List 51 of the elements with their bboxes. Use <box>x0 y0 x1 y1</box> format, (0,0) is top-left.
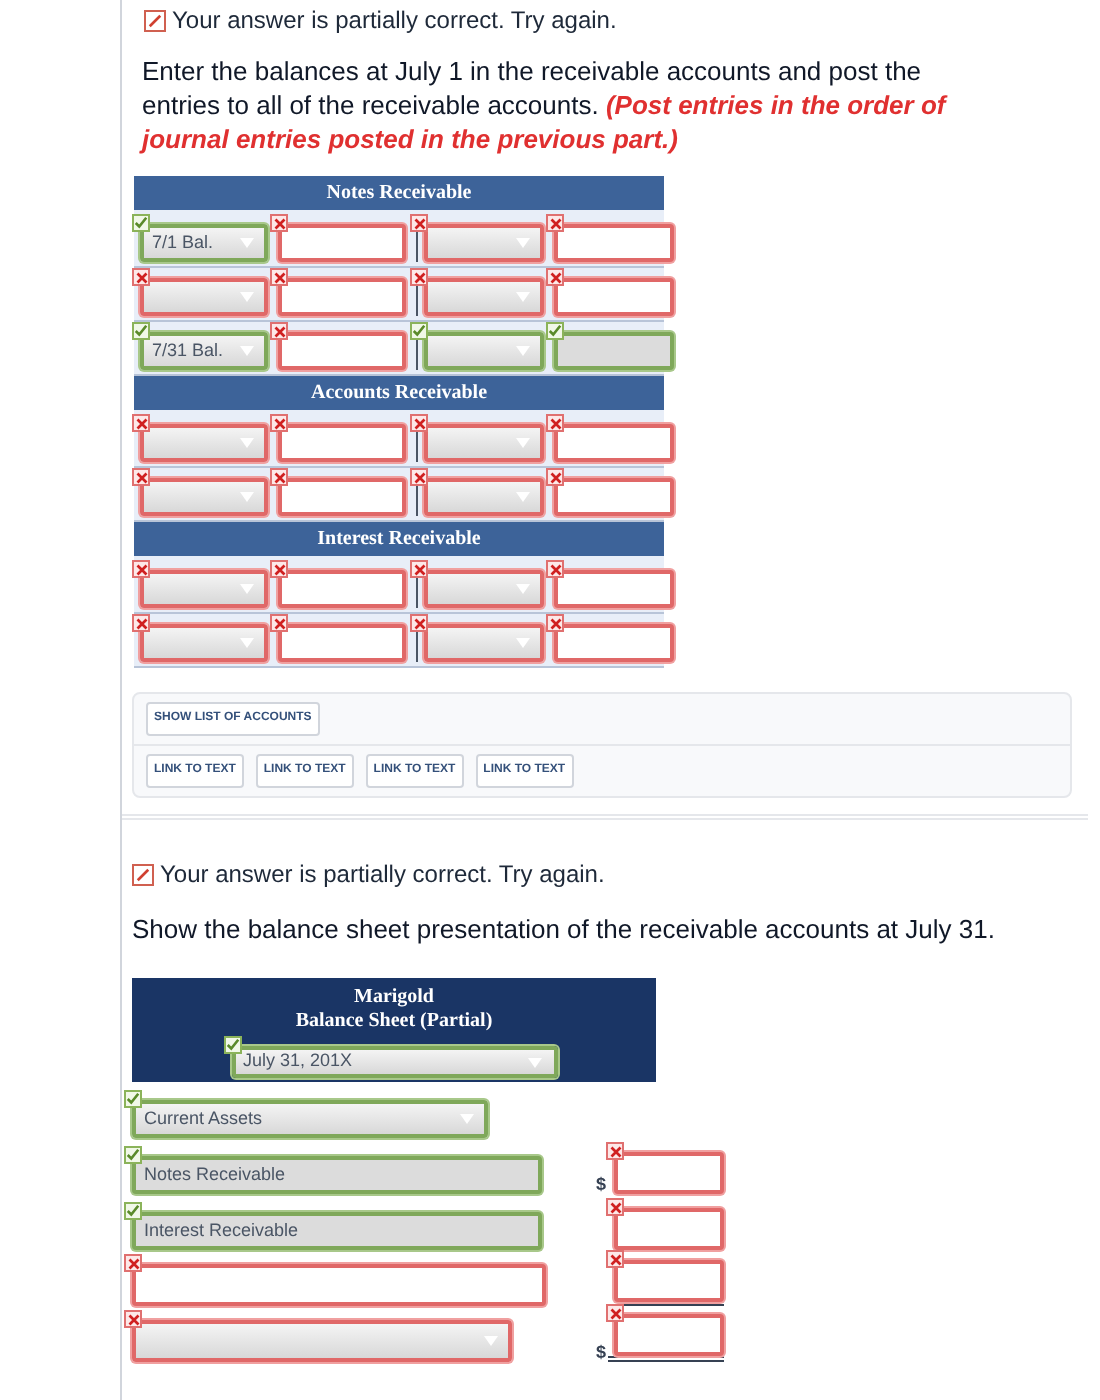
account-header: Notes Receivable <box>134 176 664 210</box>
input-field[interactable] <box>554 424 674 462</box>
dropdown[interactable] <box>424 424 544 462</box>
dropdown[interactable]: Current Assets <box>132 1100 488 1138</box>
input-field[interactable] <box>554 478 674 516</box>
input-field[interactable] <box>554 224 674 262</box>
dropdown[interactable] <box>140 570 268 608</box>
currency-sign: $ <box>596 1176 608 1194</box>
question-text: Show the balance sheet presentation of the receivable accounts at July 31. <box>132 912 997 946</box>
account-header: Accounts Receivable <box>134 376 664 410</box>
input-field[interactable] <box>554 570 674 608</box>
dropdown[interactable] <box>424 478 544 516</box>
currency-sign: $ <box>596 1344 608 1362</box>
dropdown[interactable] <box>140 278 268 316</box>
dropdown[interactable] <box>424 224 544 262</box>
input-field[interactable] <box>614 1260 724 1302</box>
dropdown[interactable]: 7/1 Bal. <box>140 224 268 262</box>
input-field[interactable]: Interest Receivable <box>132 1212 542 1250</box>
dropdown[interactable] <box>424 278 544 316</box>
input-field[interactable] <box>614 1152 724 1194</box>
dropdown[interactable] <box>424 624 544 662</box>
input-field[interactable] <box>278 570 406 608</box>
input-field[interactable] <box>278 224 406 262</box>
input-field[interactable] <box>614 1314 724 1356</box>
dropdown[interactable]: 7/31 Bal. <box>140 332 268 370</box>
statement-title: Balance Sheet (Partial) <box>295 1010 493 1034</box>
input-field[interactable] <box>554 278 674 316</box>
dropdown[interactable] <box>140 424 268 462</box>
input-field[interactable] <box>554 624 674 662</box>
input-field[interactable] <box>132 1264 546 1306</box>
account-header: Interest Receivable <box>134 522 664 556</box>
input-field[interactable] <box>614 1208 724 1250</box>
company-name: Marigold <box>354 986 434 1010</box>
input-field[interactable] <box>278 278 406 316</box>
dropdown[interactable] <box>140 624 268 662</box>
input-field[interactable] <box>278 424 406 462</box>
dropdown[interactable] <box>424 332 544 370</box>
input-field[interactable] <box>278 478 406 516</box>
feedback-text: Your answer is partially correct. Try again. <box>172 4 617 38</box>
instruction-text: Enter the balances at July 1 in the receivable accounts and post the entries to all of the receivable accounts. (Post entries in the order of journal entries posted in the previous part.) <box>137 54 950 156</box>
pencil-icon <box>144 9 166 31</box>
dropdown[interactable] <box>132 1320 512 1362</box>
input-field[interactable] <box>278 332 406 370</box>
input-field[interactable]: Notes Receivable <box>132 1156 542 1194</box>
feedback-text: Your answer is partially correct. Try again. <box>160 858 605 892</box>
input-field[interactable] <box>554 332 674 370</box>
dropdown[interactable] <box>140 478 268 516</box>
input-field[interactable] <box>278 624 406 662</box>
dropdown[interactable]: July 31, 201X <box>231 1046 557 1078</box>
pencil-icon <box>132 863 154 885</box>
dropdown[interactable] <box>424 570 544 608</box>
